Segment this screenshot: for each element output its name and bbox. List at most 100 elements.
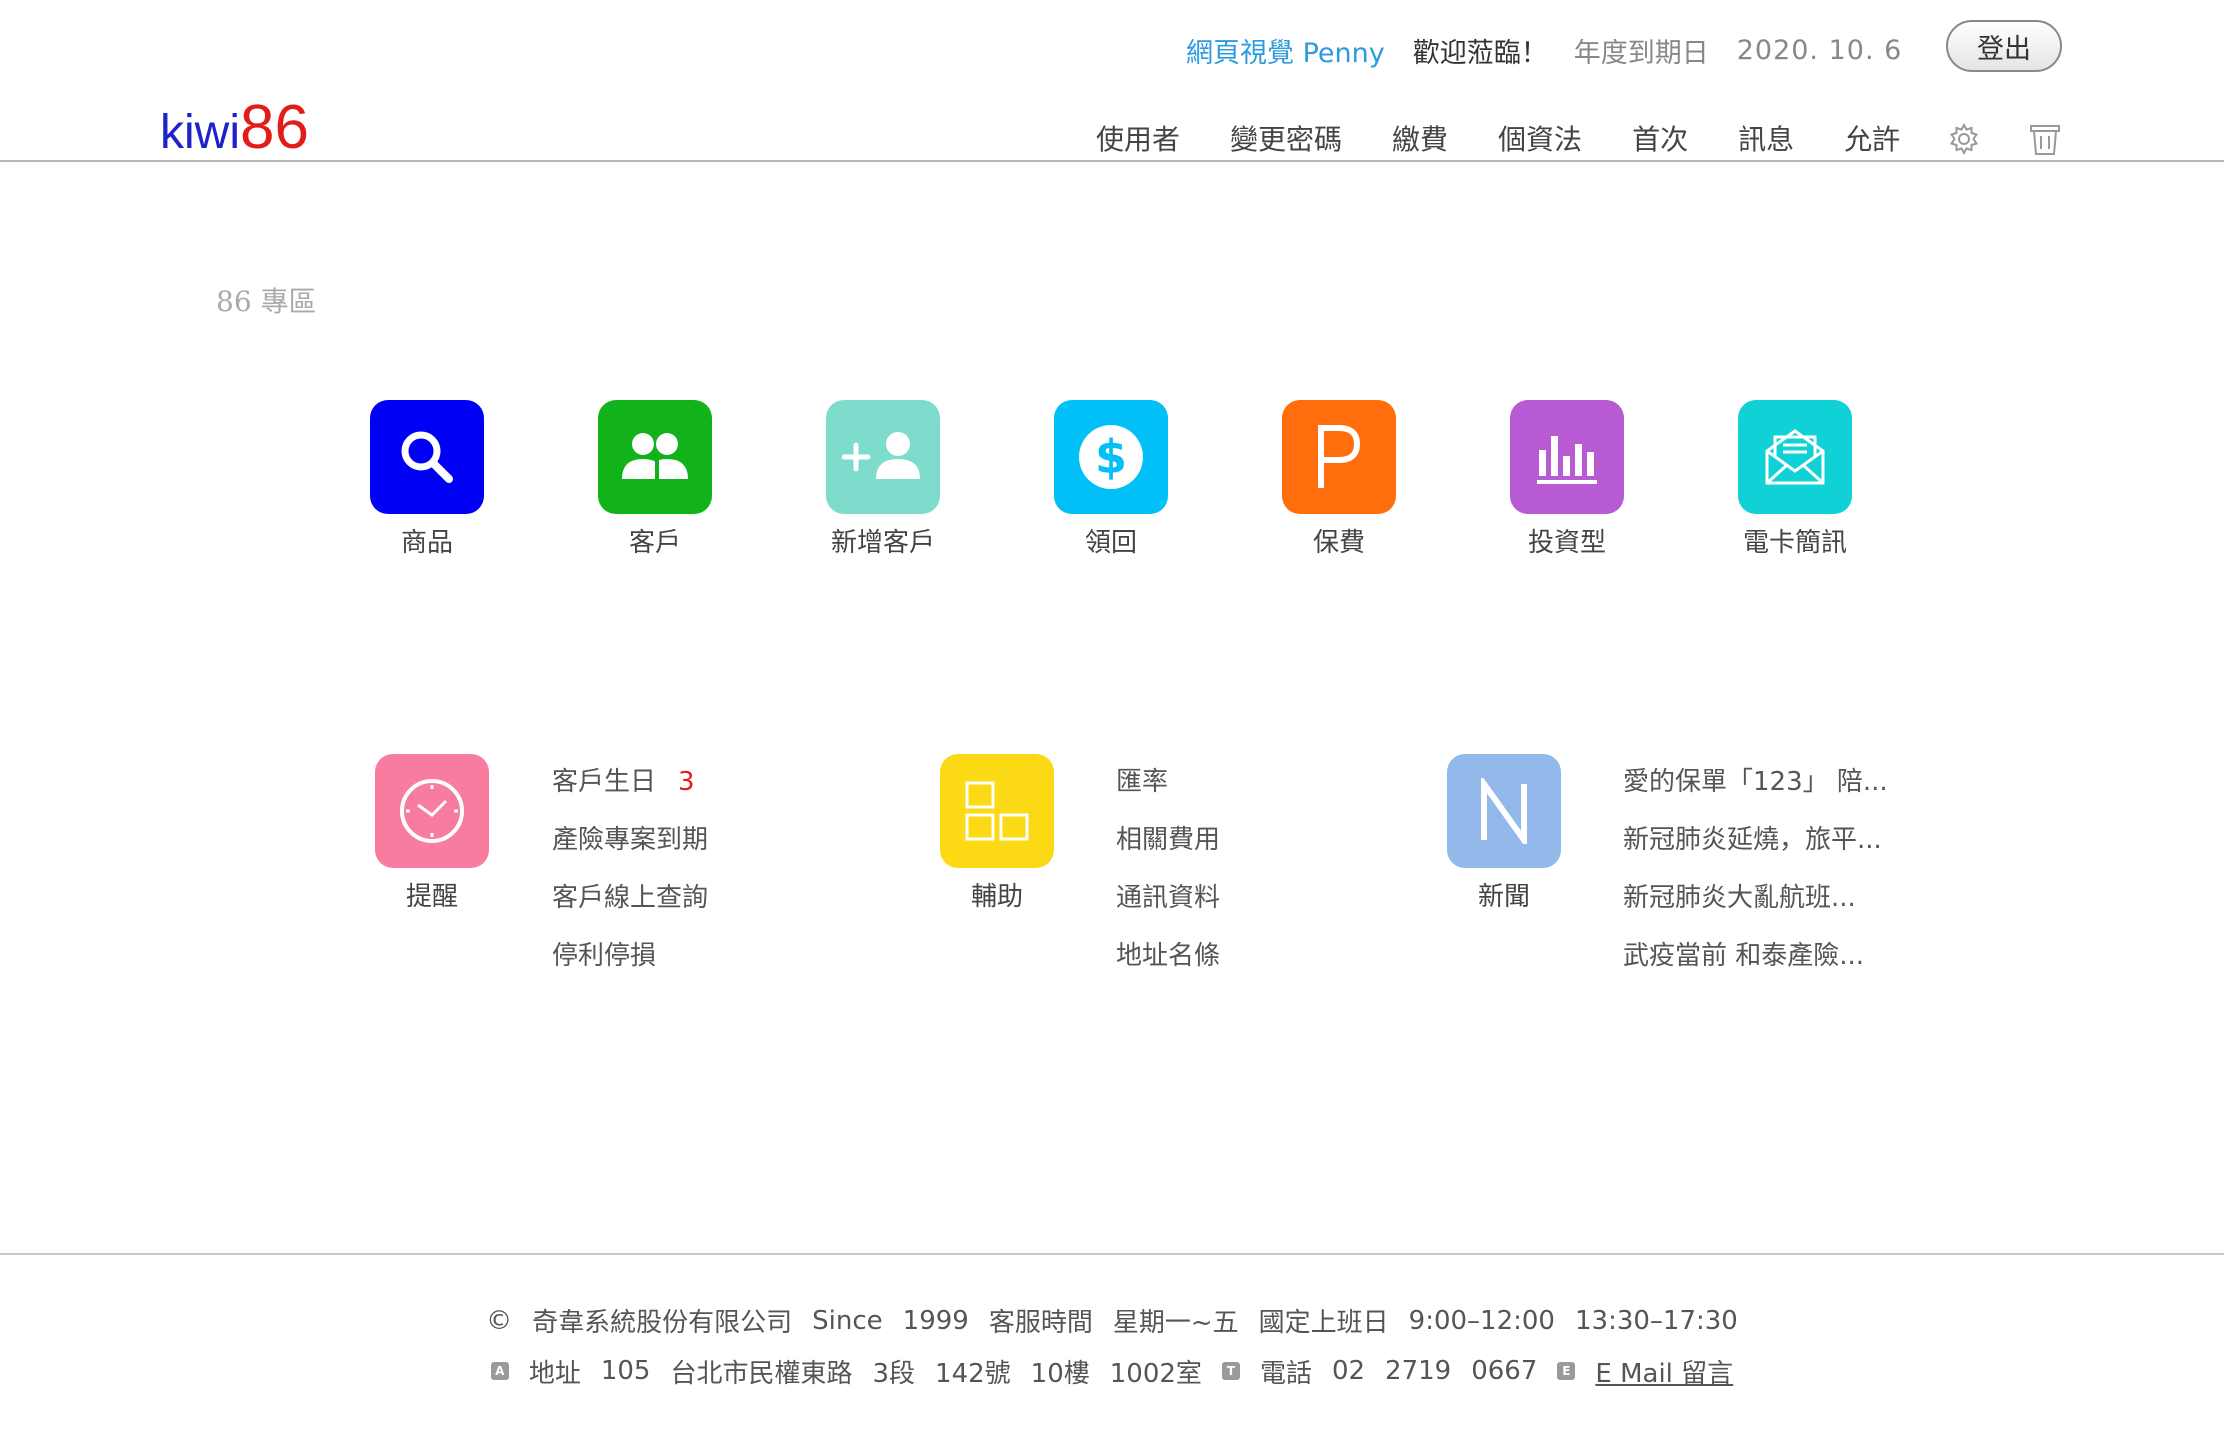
link-exchange-rate[interactable]: 匯率 [1116,762,1220,820]
link-address-labels[interactable]: 地址名條 [1116,936,1220,994]
address-label: 地址 [528,1358,581,1389]
envelope-icon [1765,429,1825,485]
nav-item-first-time[interactable]: 首次 [1632,118,1688,158]
company-name: 奇韋系統股份有限公司 [532,1308,793,1338]
email-link[interactable]: E Mail 留言 [1595,1353,1733,1390]
tile-ecard-sms[interactable]: 電卡簡訊 [1738,400,1852,559]
tile-label: 提醒 [405,882,458,912]
top-nav: 使用者 變更密碼 繳費 個資法 首次 訊息 允許 [1096,116,1900,160]
tile-icon-bg [1510,400,1624,514]
email-marker-icon: E [1557,1362,1576,1380]
tile-clients[interactable]: 客戶 [598,400,712,559]
nav-item-messages[interactable]: 訊息 [1738,118,1794,158]
tile-investment[interactable]: 投資型 [1510,400,1624,559]
dollar-icon: $ [1079,425,1143,489]
tools-links: 匯率 相關費用 通訊資料 地址名條 [1116,762,1220,994]
news-item[interactable]: 新冠肺炎延燒，旅平... [1623,820,1888,878]
phone-prefix: 2719 [1385,1356,1452,1386]
logo-number: 86 [240,93,309,162]
letter-p-icon [1318,425,1361,488]
address-postcode: 105 [600,1356,651,1386]
link-policy-expiry[interactable]: 產險專案到期 [552,820,708,878]
footer-company-line: © 奇韋系統股份有限公司 Since 1999 客服時間 星期一~五 國定上班日… [0,1302,2224,1339]
user-name: 網頁視覺 Penny [1186,37,1385,69]
link-client-birthday[interactable]: 客戶生日 3 [552,762,708,820]
service-workday: 國定上班日 [1258,1308,1389,1338]
news-item[interactable]: 新冠肺炎大亂航班... [1623,878,1888,936]
search-icon [401,431,453,483]
tile-label: 保費 [1312,528,1365,558]
copyright-symbol: © [486,1305,513,1336]
link-stop-profit-loss[interactable]: 停利停損 [552,936,708,994]
tile-icon-bg [826,400,940,514]
svg-text:$: $ [1095,430,1127,484]
nav-item-payment[interactable]: 繳費 [1392,118,1448,158]
tile-label: 客戶 [628,528,681,558]
gear-icon[interactable] [1947,121,1981,157]
bar-chart-icon [1537,436,1597,484]
logo-text: kiwi [160,106,240,159]
logout-button[interactable]: 登出 [1946,20,2062,72]
news-links: 愛的保單「123」 陪... 新冠肺炎延燒，旅平... 新冠肺炎大亂航班... … [1623,762,1888,994]
tile-add-client[interactable]: 新增客戶 [826,400,940,559]
link-client-online-query[interactable]: 客戶線上查詢 [552,878,708,936]
nav-item-change-password[interactable]: 變更密碼 [1230,118,1342,158]
expiry-date: 2020. 10. 6 [1736,34,1903,66]
phone-area-code: 02 [1331,1356,1366,1386]
tile-label: 領回 [1084,528,1137,558]
tile-icon-bg [1282,400,1396,514]
since-label: Since [812,1305,883,1336]
reminder-links: 客戶生日 3 產險專案到期 客戶線上查詢 停利停損 [552,762,708,994]
footer-divider [0,1253,2224,1255]
address-street: 台北市民權東路 [670,1358,853,1389]
tile-icon-bg: $ [1054,400,1168,514]
users-icon [622,433,688,479]
service-hours-pm: 13:30–17:30 [1574,1305,1738,1336]
tile-premium[interactable]: 保費 [1282,400,1396,559]
service-hours-am: 9:00–12:00 [1408,1305,1555,1336]
nav-item-users[interactable]: 使用者 [1096,118,1180,158]
section-title: 86 專區 [216,285,317,318]
tile-label: 新聞 [1477,882,1530,912]
trash-icon[interactable] [2028,121,2062,157]
tile-icon-bg [598,400,712,514]
clock-icon [400,779,464,843]
phone-suffix: 0667 [1471,1356,1538,1386]
link-label: 客戶生日 [552,767,657,797]
tile-label: 投資型 [1527,528,1606,558]
service-hours-label: 客服時間 [988,1308,1093,1338]
link-contact-info[interactable]: 通訊資料 [1116,878,1220,936]
add-user-icon [842,432,920,479]
phone-marker-icon: T [1221,1362,1240,1380]
service-days: 星期一~五 [1112,1308,1239,1338]
nav-item-permissions[interactable]: 允許 [1844,118,1900,158]
link-related-fees[interactable]: 相關費用 [1116,820,1220,878]
tile-icon-bg [1447,754,1561,868]
count-badge: 3 [678,767,695,797]
tile-tools[interactable]: 輔助 [940,754,1054,913]
tile-reminders[interactable]: 提醒 [375,754,489,913]
logo[interactable]: kiwi86 [160,92,309,163]
user-info-bar: 網頁視覺 Penny 歡迎蒞臨！ 年度到期日 2020. 10. 6 [1186,28,1902,72]
address-floor: 10樓 [1030,1358,1090,1389]
since-year: 1999 [902,1305,969,1336]
tile-products[interactable]: 商品 [370,400,484,559]
address-number: 142號 [935,1358,1011,1389]
address-section: 3段 [872,1358,916,1389]
tile-icon-bg [375,754,489,868]
address-marker-icon: A [490,1362,509,1380]
nav-item-privacy-law[interactable]: 個資法 [1498,118,1582,158]
tile-label: 輔助 [970,882,1023,912]
grid-icon [965,781,1029,841]
tile-label: 新增客戶 [830,528,935,558]
news-item[interactable]: 武疫當前 和泰產險... [1623,936,1888,994]
letter-n-icon [1481,778,1527,844]
tile-withdrawal[interactable]: $ 領回 [1054,400,1168,559]
tile-label: 電卡簡訊 [1742,528,1847,558]
tile-news[interactable]: 新聞 [1447,754,1561,913]
tile-icon-bg [1738,400,1852,514]
tile-icon-bg [370,400,484,514]
footer-contact-line: A 地址 105 台北市民權東路 3段 142號 10樓 1002室 T 電話 … [0,1352,2224,1390]
news-item[interactable]: 愛的保單「123」 陪... [1623,762,1888,820]
header-divider [0,160,2224,162]
